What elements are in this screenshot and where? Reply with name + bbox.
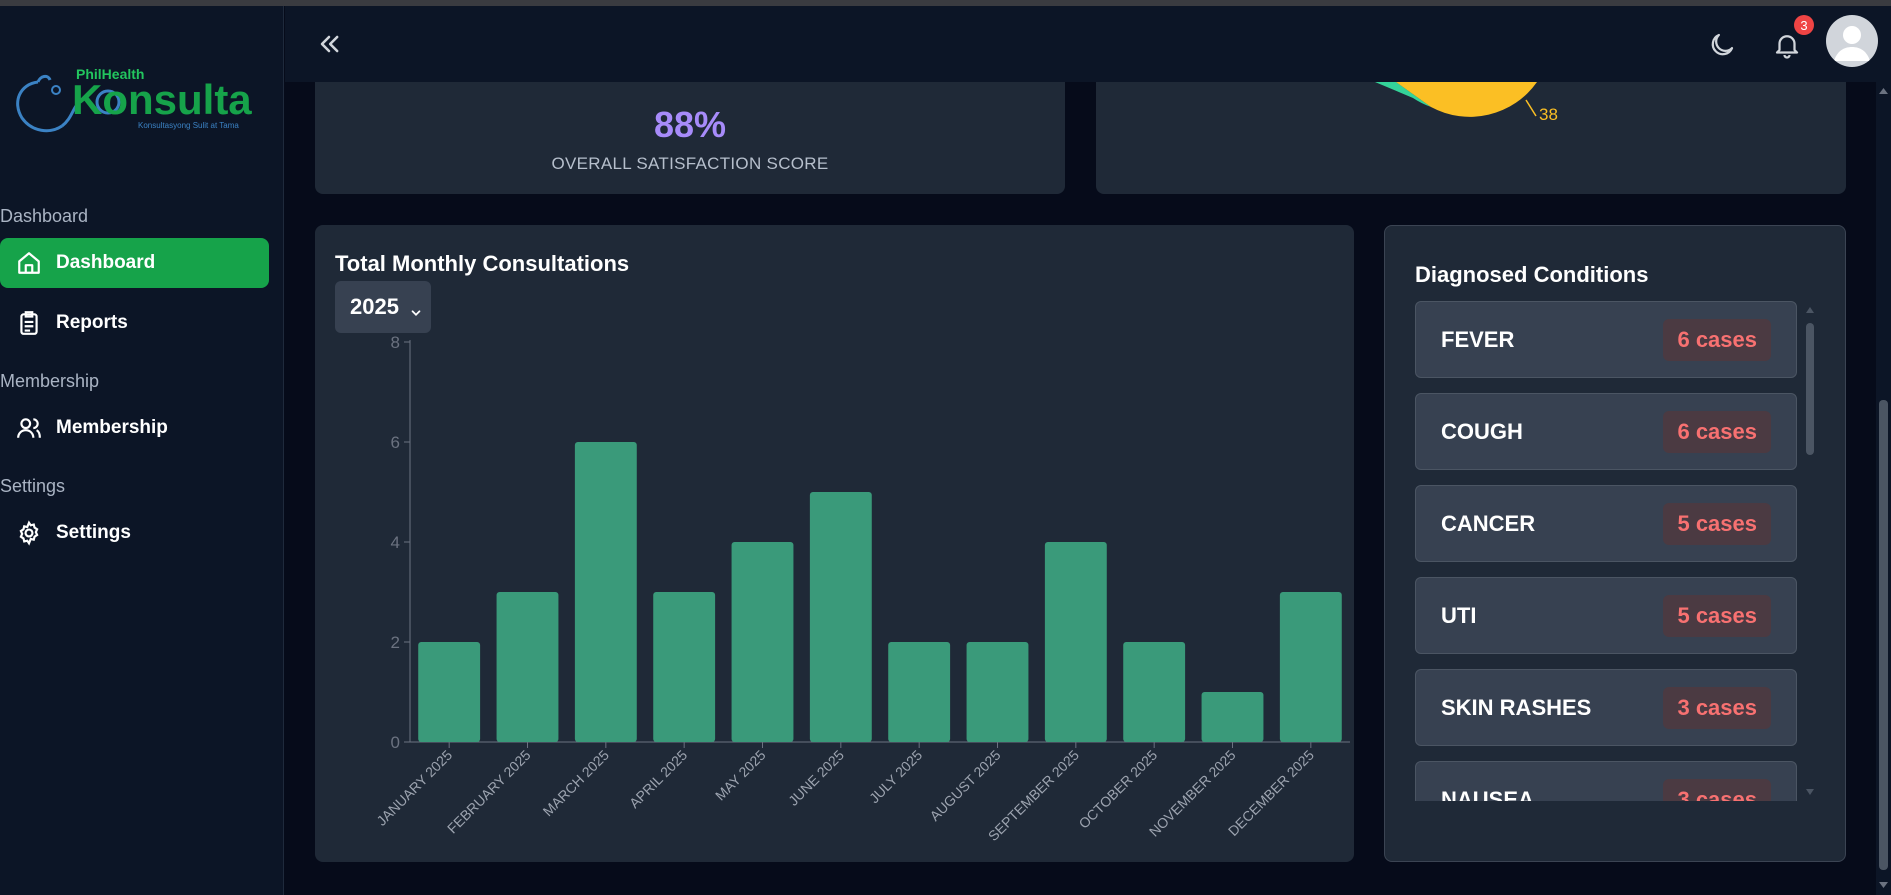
bar xyxy=(1123,642,1186,742)
x-tick-label: APRIL 2025 xyxy=(626,747,690,811)
x-tick-label: MAY 2025 xyxy=(712,747,769,804)
list-item[interactable]: NAUSEA 3 cases xyxy=(1415,761,1797,801)
top-bar: 3 xyxy=(285,6,1891,82)
diagnosed-conditions-card: Diagnosed Conditions FEVER 6 cases COUGH… xyxy=(1384,225,1846,862)
notification-badge: 3 xyxy=(1794,15,1814,35)
bar xyxy=(888,642,951,742)
moon-icon[interactable] xyxy=(1707,30,1737,60)
sidebar-item-label: Reports xyxy=(56,312,128,333)
condition-count-badge: 3 cases xyxy=(1663,778,1771,801)
gear-icon xyxy=(16,520,42,546)
svg-text:Konsulta: Konsulta xyxy=(72,76,252,123)
monthly-consultations-card: Total Monthly Consultations 2025 0 2 4 6 8 JA… xyxy=(315,225,1354,862)
y-tick-label: 6 xyxy=(391,433,400,452)
bar xyxy=(1201,692,1264,742)
clipboard-icon xyxy=(16,310,42,336)
bar xyxy=(653,592,716,742)
x-tick-label: MARCH 2025 xyxy=(540,747,613,820)
x-tick-label: AUGUST 2025 xyxy=(926,747,1003,824)
bar xyxy=(731,542,794,742)
x-tick-label: JULY 2025 xyxy=(866,747,926,807)
pie-label: 38 xyxy=(1539,105,1558,124)
nav-section-membership: Membership xyxy=(0,371,100,391)
y-tick-label: 2 xyxy=(391,633,400,652)
bar xyxy=(496,592,559,742)
x-tick-label: NOVEMBER 2025 xyxy=(1146,747,1239,840)
list-item[interactable]: UTI 5 cases xyxy=(1415,577,1797,654)
satisfaction-label: OVERALL SATISFACTION SCORE xyxy=(551,154,829,173)
users-icon xyxy=(16,415,42,441)
sidebar-item-label: Settings xyxy=(56,522,131,543)
conditions-title: Diagnosed Conditions xyxy=(1415,262,1649,287)
home-icon xyxy=(16,250,42,276)
sidebar: PhilHealth Konsulta Konsultasyong Sulit … xyxy=(0,6,284,895)
avatar[interactable] xyxy=(1826,15,1878,67)
y-tick-label: 8 xyxy=(391,333,400,352)
pie-chart-card: 38 xyxy=(1096,82,1846,194)
x-tick-label: OCTOBER 2025 xyxy=(1075,747,1160,832)
x-tick-label: DECEMBER 2025 xyxy=(1225,747,1317,839)
sidebar-item-dashboard[interactable]: Dashboard xyxy=(0,238,269,288)
bar xyxy=(418,642,481,742)
satisfaction-score: 88% xyxy=(653,104,727,145)
pie-chart-partial: 38 xyxy=(1375,82,1558,124)
page-scrollbar[interactable] xyxy=(1876,82,1891,895)
y-tick-label: 4 xyxy=(391,533,400,552)
sidebar-item-membership[interactable]: Membership xyxy=(0,403,269,453)
sidebar-item-label: Dashboard xyxy=(56,252,156,273)
y-tick-label: 0 xyxy=(391,733,400,752)
list-item[interactable]: COUGH 6 cases xyxy=(1415,393,1797,470)
x-tick-label: FEBRUARY 2025 xyxy=(444,747,534,837)
bar xyxy=(574,442,637,742)
bar-chart: 0 2 4 6 8 JANUARY 2025FEBRUARY 2025 MARCH 2025… xyxy=(373,333,1350,844)
konsulta-logo: PhilHealth Konsulta Konsultasyong Sulit … xyxy=(10,62,260,146)
bell-icon[interactable] xyxy=(1772,30,1802,60)
bar xyxy=(966,642,1029,742)
list-item[interactable]: CANCER 5 cases xyxy=(1415,485,1797,562)
bar xyxy=(1044,542,1107,742)
list-item[interactable]: FEVER 6 cases xyxy=(1415,301,1797,378)
collapse-sidebar-icon[interactable] xyxy=(315,30,343,58)
condition-name: COUGH xyxy=(1441,418,1523,444)
sidebar-item-settings[interactable]: Settings xyxy=(0,508,269,558)
condition-name: NAUSEA xyxy=(1441,786,1534,802)
satisfaction-card: 88% OVERALL SATISFACTION SCORE xyxy=(315,82,1065,194)
condition-count-badge: 5 cases xyxy=(1663,594,1771,637)
conditions-scrollbar[interactable] xyxy=(1803,301,1817,801)
x-tick-label: JANUARY 2025 xyxy=(373,747,455,829)
bar xyxy=(1279,592,1342,742)
nav-section-dashboard: Dashboard xyxy=(0,206,89,226)
condition-name: FEVER xyxy=(1441,326,1515,352)
sidebar-item-reports[interactable]: Reports xyxy=(0,298,269,348)
sidebar-item-label: Membership xyxy=(56,417,168,438)
conditions-list[interactable]: FEVER 6 cases COUGH 6 cases CANCER 5 cas… xyxy=(1415,301,1797,801)
condition-count-badge: 6 cases xyxy=(1663,410,1771,453)
condition-count-badge: 5 cases xyxy=(1663,502,1771,545)
bar xyxy=(809,492,872,742)
condition-count-badge: 3 cases xyxy=(1663,686,1771,729)
condition-name: CANCER xyxy=(1441,510,1536,536)
condition-name: UTI xyxy=(1441,602,1477,628)
nav-section-settings: Settings xyxy=(0,476,66,496)
condition-count-badge: 6 cases xyxy=(1663,318,1771,361)
svg-text:Konsultasyong Sulit at Tama: Konsultasyong Sulit at Tama xyxy=(138,121,239,130)
x-tick-label: JUNE 2025 xyxy=(785,747,847,809)
list-item[interactable]: SKIN RASHES 3 cases xyxy=(1415,669,1797,746)
condition-name: SKIN RASHES xyxy=(1441,694,1592,720)
